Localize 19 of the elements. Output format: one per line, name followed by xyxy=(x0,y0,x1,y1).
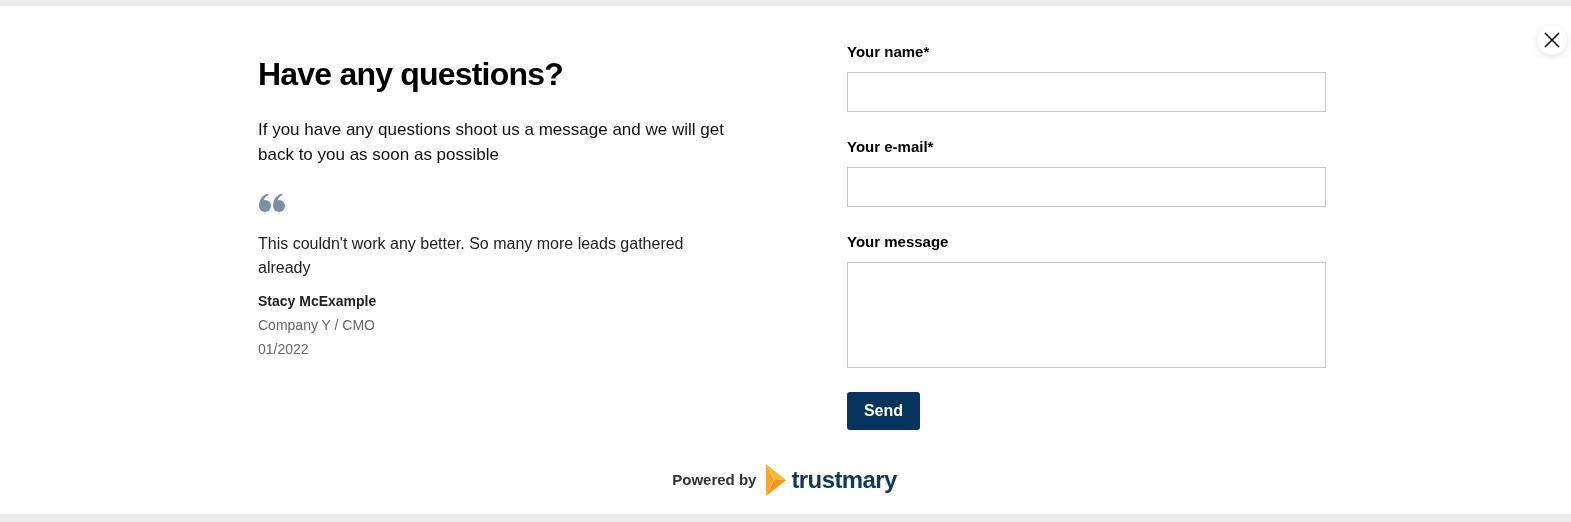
review-date: 01/2022 xyxy=(258,340,310,359)
brand-name: trustmary xyxy=(791,465,897,495)
arrow-logo-icon xyxy=(766,464,787,496)
quote-icon xyxy=(258,193,286,212)
author-role: Company Y / CMO xyxy=(258,316,376,335)
field-label: Your message xyxy=(847,232,950,252)
testimonial-quote: This couldn't work any better. So many more leads gathered already xyxy=(258,234,685,278)
close-icon xyxy=(1544,32,1560,48)
intro-text: If you have any questions shoot us a message and we will get back to you as soon as possible xyxy=(258,119,725,166)
message-field[interactable] xyxy=(847,262,1326,368)
input-field[interactable] xyxy=(847,167,1326,207)
field-label: Your e-mail* xyxy=(847,137,935,157)
field-label: Your name* xyxy=(847,42,931,62)
close-button[interactable] xyxy=(1537,25,1567,55)
send-button[interactable]: Send xyxy=(847,392,920,430)
author-name: Stacy McExample xyxy=(258,292,378,311)
heading: Have any questions? xyxy=(258,55,564,94)
input-field[interactable] xyxy=(847,72,1326,112)
powered-by-text: Powered by xyxy=(672,469,757,490)
